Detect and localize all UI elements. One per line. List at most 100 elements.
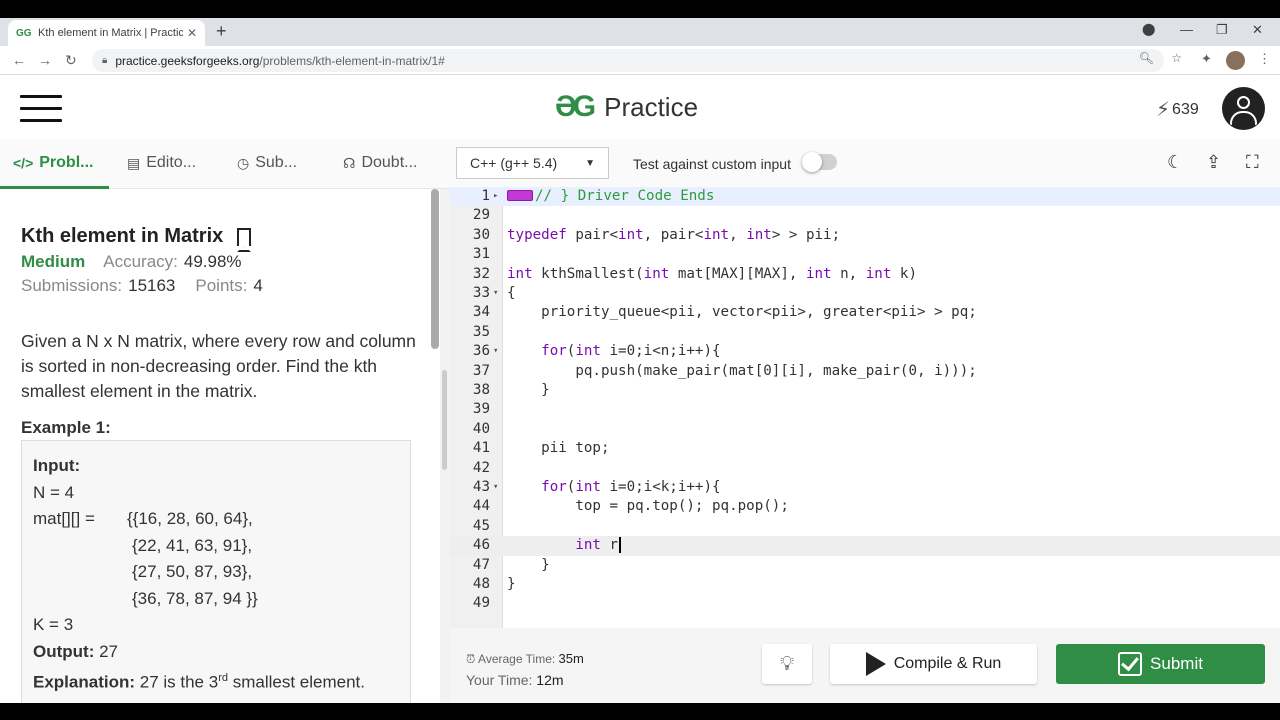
extensions-icon[interactable]: ✦ — [1201, 51, 1212, 67]
code-line[interactable]: 45 — [450, 517, 1280, 536]
forward-arrow-icon[interactable]: → — [38, 52, 52, 68]
line-number: 35 — [472, 323, 490, 340]
code-line[interactable]: 46 int r — [450, 536, 1280, 556]
line-number: 31 — [472, 246, 490, 263]
code-line[interactable]: 44 top = pq.top(); pq.pop(); — [450, 497, 1280, 516]
fold-arrow-icon[interactable]: ▾ — [493, 478, 498, 497]
url-bar[interactable]: 🔒︎ practice.geeksforgeeks.org/problems/k… — [92, 49, 1164, 72]
streak-counter[interactable]: ⚡︎ 639 — [1156, 97, 1199, 122]
code-editor[interactable]: 1 ▸ // } Driver Code Ends 29 30 typedef pair<… — [450, 187, 1280, 628]
code-text: top = pq.top(); pq.pop(); — [507, 498, 789, 515]
browser-tab[interactable]: GG Kth element in Matrix | Practice | ✕ — [8, 20, 205, 46]
zoom-icon[interactable]: 🔍︎ — [1139, 51, 1154, 65]
splitter-handle[interactable] — [442, 370, 447, 470]
bookmark-icon[interactable] — [237, 227, 252, 252]
code-icon: </> — [13, 155, 34, 171]
code-line[interactable]: 36 ▾ for(int i=0;i<n;i++){ — [450, 342, 1280, 361]
tab-editorial[interactable]: ▤ Edito... — [127, 154, 196, 172]
code-line[interactable]: 29 — [450, 206, 1280, 225]
code-line[interactable]: 34 priority_queue<pii, vector<pii>, grea… — [450, 303, 1280, 322]
code-line[interactable]: 32 int kthSmallest(int mat[MAX][MAX], int… — [450, 265, 1280, 284]
tab-doubts[interactable]: ☊ Doubt... — [343, 154, 417, 172]
fold-arrow-icon[interactable]: ▾ — [493, 342, 498, 361]
fold-arrow-icon[interactable]: ▾ — [493, 284, 498, 303]
difficulty-row: Medium Accuracy: 49.98% — [21, 252, 242, 272]
tab-doubts-label: Doubt... — [361, 154, 418, 171]
gfg-logo-icon: ƏG — [555, 90, 596, 123]
tab-problem-label: Probl... — [39, 154, 94, 171]
code-line[interactable]: 42 — [450, 459, 1280, 478]
code-line[interactable]: 1 ▸ // } Driver Code Ends — [450, 187, 1280, 207]
line-number: 37 — [472, 362, 490, 379]
line-number: 49 — [472, 595, 490, 612]
dark-mode-moon-icon[interactable]: ☾ — [1167, 152, 1183, 173]
profile-dropdown-icon[interactable]: ⬤ — [1142, 22, 1155, 36]
tab-submissions-label: Sub... — [255, 154, 298, 171]
tab-submissions[interactable]: ◷ Sub... — [237, 154, 297, 172]
hamburger-menu-icon[interactable] — [20, 95, 62, 122]
code-text: } — [507, 382, 550, 398]
browser-profile-avatar[interactable] — [1226, 51, 1245, 70]
code-line[interactable]: 40 — [450, 420, 1280, 439]
code-line[interactable]: 39 — [450, 400, 1280, 419]
line-number: 29 — [472, 207, 490, 224]
chrome-menu-icon[interactable]: ⋮ — [1258, 51, 1271, 67]
code-text: int r — [507, 536, 622, 555]
code-text: // } Driver Code Ends — [507, 187, 714, 206]
reload-icon[interactable]: ↻ — [65, 52, 77, 69]
code-line[interactable]: 41 pii top; — [450, 439, 1280, 458]
submit-button[interactable]: Submit — [1056, 644, 1265, 684]
avg-time-label: Average Time: — [478, 652, 556, 666]
url-host: practice.geeksforgeeks.org — [115, 53, 260, 68]
minimize-icon[interactable]: — — [1180, 22, 1193, 37]
submissions-value: 15163 — [128, 276, 176, 295]
clock-icon: ◷ — [237, 154, 250, 171]
code-line[interactable]: 33 ▾ { — [450, 284, 1280, 303]
user-avatar[interactable] — [1222, 87, 1265, 130]
input-label: Input: — [33, 456, 81, 475]
browser-toolbar: ← → ↻ 🔒︎ practice.geeksforgeeks.org/prob… — [0, 46, 1280, 75]
points-value: 4 — [253, 276, 263, 295]
new-tab-icon[interactable]: + — [216, 21, 227, 42]
custom-input-toggle[interactable] — [802, 152, 837, 172]
close-tab-icon[interactable]: ✕ — [187, 26, 197, 40]
code-line[interactable]: 49 — [450, 594, 1280, 613]
hint-button[interactable]: 💡︎ — [762, 644, 812, 684]
fold-arrow-icon[interactable]: ▸ — [493, 187, 498, 206]
line-number: 1 — [481, 188, 490, 204]
close-window-icon[interactable]: ✕ — [1252, 22, 1263, 38]
code-line[interactable]: 38 } — [450, 381, 1280, 400]
maximize-icon[interactable]: ❐ — [1216, 22, 1228, 38]
code-line[interactable]: 48} — [450, 575, 1280, 594]
upload-icon[interactable]: ⇪ — [1206, 152, 1221, 173]
language-select[interactable]: C++ (g++ 5.4) ▼ — [456, 147, 609, 179]
code-line[interactable]: 43 ▾ for(int i=0;i<k;i++){ — [450, 478, 1280, 497]
example-heading: Example 1: — [21, 418, 111, 437]
code-line[interactable]: 47 } — [450, 556, 1280, 575]
code-line[interactable]: 35 — [450, 323, 1280, 342]
fullscreen-icon[interactable]: ⛶ — [1246, 152, 1259, 173]
submissions-label: Submissions: — [21, 276, 123, 295]
explanation-pre: 27 is the 3 — [139, 672, 219, 692]
code-line[interactable]: 31 — [450, 245, 1280, 264]
tab-problem[interactable]: </> Probl... — [13, 154, 93, 172]
line-number: 46 — [472, 537, 490, 554]
line-number: 44 — [472, 498, 490, 515]
bookmark-star-icon[interactable]: ☆ — [1171, 51, 1182, 65]
code-text: pq.push(make_pair(mat[0][i], make_pair(0… — [507, 362, 977, 379]
your-time-label: Your Time: — [466, 672, 533, 688]
matrix-row-2: {27, 50, 87, 93}, — [132, 562, 253, 581]
problem-title: Kth element in Matrix — [21, 225, 224, 247]
difficulty-badge: Medium — [21, 252, 86, 271]
tab-title: Kth element in Matrix | Practice | — [38, 27, 183, 39]
folded-code-marker[interactable] — [507, 189, 533, 201]
gfg-practice-logo[interactable]: ƏG Practice — [555, 90, 698, 124]
code-line[interactable]: 30 typedef pair<int, pair<int, int> > pii… — [450, 226, 1280, 245]
problem-scrollbar[interactable] — [431, 189, 439, 349]
accuracy-label: Accuracy: — [103, 252, 178, 271]
code-line[interactable]: 37 pq.push(make_pair(mat[0][i], make_pai… — [450, 362, 1280, 381]
back-arrow-icon[interactable]: ← — [12, 52, 26, 68]
line-number: 47 — [472, 556, 490, 573]
top-bezel — [0, 0, 1280, 18]
compile-run-button[interactable]: Compile & Run — [830, 644, 1037, 684]
